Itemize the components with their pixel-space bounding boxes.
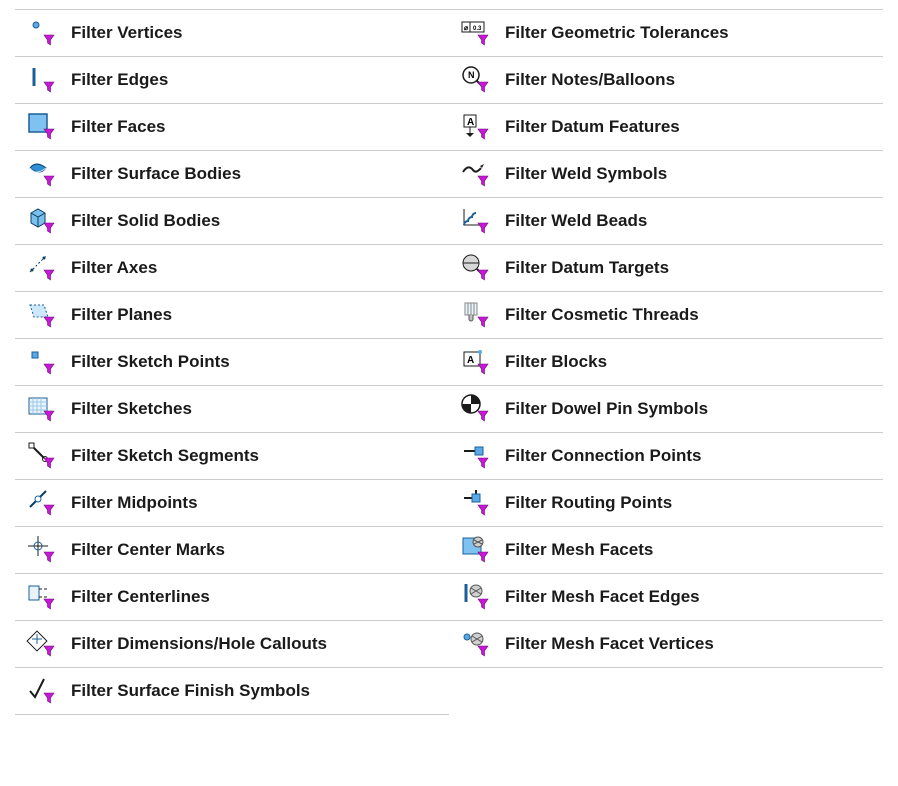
surface-icon [19, 158, 65, 190]
filter-label: Filter Cosmetic Threads [499, 305, 699, 325]
filter-label: Filter Mesh Facet Edges [499, 587, 700, 607]
segment-icon [19, 440, 65, 472]
svg-text:A: A [467, 117, 474, 128]
filter-mesh-vertices[interactable]: Filter Mesh Facet Vertices [449, 620, 883, 668]
filter-label: Filter Surface Bodies [65, 164, 241, 184]
note-icon: N [453, 64, 499, 96]
filter-label: Filter Sketches [65, 399, 192, 419]
filter-solid-bodies[interactable]: Filter Solid Bodies [15, 197, 449, 245]
datumtgt-icon [453, 252, 499, 284]
axis-icon [19, 252, 65, 284]
filter-mesh-facets[interactable]: Filter Mesh Facets [449, 526, 883, 574]
svg-text:N: N [468, 70, 475, 80]
filter-surface-bodies[interactable]: Filter Surface Bodies [15, 150, 449, 198]
datumfeat-icon: A [453, 111, 499, 143]
filter-label: Filter Notes/Balloons [499, 70, 675, 90]
dowel-icon [453, 393, 499, 425]
filter-sketch-segments[interactable]: Filter Sketch Segments [15, 432, 449, 480]
filter-label: Filter Sketch Segments [65, 446, 259, 466]
filter-datum-features[interactable]: A Filter Datum Features [449, 103, 883, 151]
weldbead-icon [453, 205, 499, 237]
filter-center-marks[interactable]: Filter Center Marks [15, 526, 449, 574]
filter-routing-points[interactable]: Filter Routing Points [449, 479, 883, 527]
dimension-icon [19, 628, 65, 660]
filter-faces[interactable]: Filter Faces [15, 103, 449, 151]
block-icon: A [453, 346, 499, 378]
filter-blocks[interactable]: A Filter Blocks [449, 338, 883, 386]
filter-label: Filter Weld Symbols [499, 164, 667, 184]
filter-sketch-points[interactable]: Filter Sketch Points [15, 338, 449, 386]
face-icon [19, 111, 65, 143]
dot-icon [19, 17, 65, 49]
filter-label: Filter Vertices [65, 23, 183, 43]
filter-label: Filter Edges [65, 70, 168, 90]
meshfacet-icon [453, 534, 499, 566]
filter-label: Filter Faces [65, 117, 166, 137]
routept-icon [453, 487, 499, 519]
filter-label: Filter Geometric Tolerances [499, 23, 729, 43]
filter-label: Filter Solid Bodies [65, 211, 220, 231]
filter-label: Filter Planes [65, 305, 172, 325]
filter-table: Filter Vertices Filter Edges Filter Face… [15, 10, 883, 715]
thread-icon [453, 299, 499, 331]
filter-mesh-edges[interactable]: Filter Mesh Facet Edges [449, 573, 883, 621]
filter-centerlines[interactable]: Filter Centerlines [15, 573, 449, 621]
filter-label: Filter Sketch Points [65, 352, 230, 372]
sketchpoint-icon [19, 346, 65, 378]
filter-cosmetic-threads[interactable]: Filter Cosmetic Threads [449, 291, 883, 339]
filter-label: Filter Mesh Facets [499, 540, 653, 560]
filter-vertices[interactable]: Filter Vertices [15, 9, 449, 57]
sketch-icon [19, 393, 65, 425]
filter-midpoints[interactable]: Filter Midpoints [15, 479, 449, 527]
filter-datum-targets[interactable]: Filter Datum Targets [449, 244, 883, 292]
filter-label: Filter Connection Points [499, 446, 701, 466]
filter-sketches[interactable]: Filter Sketches [15, 385, 449, 433]
plane-icon [19, 299, 65, 331]
filter-label: Filter Routing Points [499, 493, 672, 513]
filter-label: Filter Datum Features [499, 117, 680, 137]
filter-weld-symbols[interactable]: Filter Weld Symbols [449, 150, 883, 198]
filter-geo-tol[interactable]: ⌀ 0.3 Filter Geometric Tolerances [449, 9, 883, 57]
centerline-icon [19, 581, 65, 613]
filter-label: Filter Datum Targets [499, 258, 669, 278]
surffinish-icon [19, 675, 65, 707]
meshedge-icon [453, 581, 499, 613]
filter-surface-finish[interactable]: Filter Surface Finish Symbols [15, 667, 449, 715]
edge-icon [19, 64, 65, 96]
svg-text:0.3: 0.3 [473, 26, 482, 32]
filter-axes[interactable]: Filter Axes [15, 244, 449, 292]
filter-label: Filter Dowel Pin Symbols [499, 399, 708, 419]
filter-label: Filter Blocks [499, 352, 607, 372]
svg-text:A: A [467, 355, 474, 366]
filter-label: Filter Center Marks [65, 540, 225, 560]
filter-connection-points[interactable]: Filter Connection Points [449, 432, 883, 480]
filter-label: Filter Dimensions/Hole Callouts [65, 634, 327, 654]
filter-weld-beads[interactable]: Filter Weld Beads [449, 197, 883, 245]
meshvert-icon [453, 628, 499, 660]
filter-label: Filter Weld Beads [499, 211, 647, 231]
filter-label: Filter Centerlines [65, 587, 210, 607]
filter-label: Filter Axes [65, 258, 157, 278]
solid-icon [19, 205, 65, 237]
filter-dimensions[interactable]: Filter Dimensions/Hole Callouts [15, 620, 449, 668]
filter-planes[interactable]: Filter Planes [15, 291, 449, 339]
gtol-icon: ⌀ 0.3 [453, 17, 499, 49]
midpoint-icon [19, 487, 65, 519]
centermark-icon [19, 534, 65, 566]
filter-label: Filter Surface Finish Symbols [65, 681, 310, 701]
filter-edges[interactable]: Filter Edges [15, 56, 449, 104]
filter-label: Filter Midpoints [65, 493, 198, 513]
filter-dowel[interactable]: Filter Dowel Pin Symbols [449, 385, 883, 433]
connpt-icon [453, 440, 499, 472]
filter-notes[interactable]: N Filter Notes/Balloons [449, 56, 883, 104]
filter-label: Filter Mesh Facet Vertices [499, 634, 714, 654]
weldsym-icon [453, 158, 499, 190]
